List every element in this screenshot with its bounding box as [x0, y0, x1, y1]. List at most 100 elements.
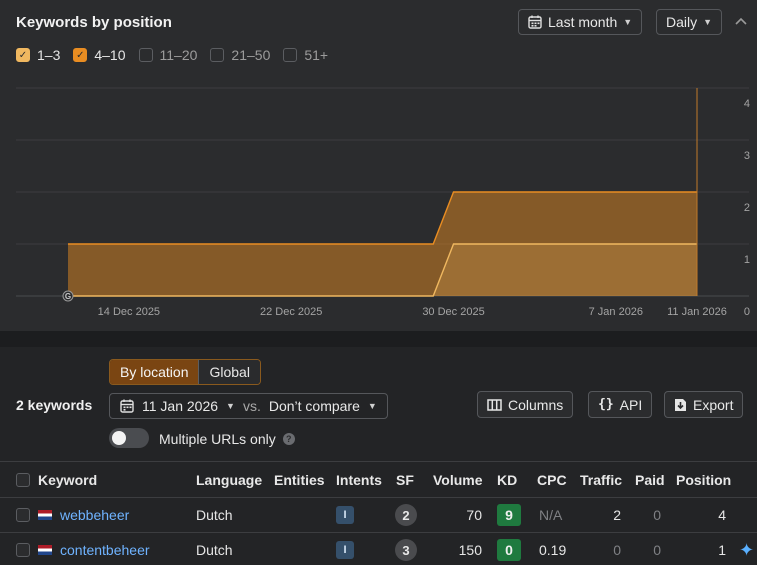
header-sf[interactable]: SF [396, 462, 414, 497]
kd-cell: 9 [497, 498, 521, 532]
google-update-marker-label: G [65, 292, 71, 301]
x-tick-label: 11 Jan 2026 [667, 306, 727, 318]
date-compare-selector[interactable]: 11 Jan 2026 ▼ vs. Don’t compare ▼ [109, 393, 388, 419]
export-button[interactable]: Export [664, 391, 744, 418]
export-label: Export [693, 396, 734, 413]
sparkle-icon[interactable]: ✦ [739, 533, 754, 565]
keywords-by-position-panel: Keywords by position Last month ▼ Daily … [0, 0, 757, 331]
position-area-chart[interactable]: G 14 Dec 2025 22 Dec 2025 30 Dec 2025 7 Jan … [0, 80, 757, 325]
cpc-cell: 0.19 [539, 542, 567, 558]
x-tick-label: 14 Dec 2025 [98, 306, 160, 318]
x-tick-label: 22 Dec 2025 [260, 306, 322, 318]
filter-label: 51+ [304, 47, 329, 63]
date-range-dropdown[interactable]: Last month ▼ [518, 9, 643, 35]
filter-11-20[interactable]: 11–20 [138, 47, 198, 63]
row-select[interactable] [16, 498, 30, 532]
checkbox[interactable] [138, 48, 153, 62]
filter-4-10[interactable]: ✓ 4–10 [73, 47, 126, 63]
header-kd[interactable]: KD [497, 462, 517, 497]
keyword-link[interactable]: contentbeheer [60, 542, 150, 558]
header-cpc[interactable]: CPC [537, 462, 567, 497]
global-tab[interactable]: Global [198, 360, 260, 384]
granularity-label: Daily [666, 14, 698, 30]
paid-cell: 0 [653, 507, 661, 523]
chevron-down-icon: ▼ [367, 401, 377, 411]
keyword-link[interactable]: webbeheer [60, 507, 129, 523]
sf-badge[interactable]: 2 [395, 504, 417, 526]
columns-label: Columns [508, 396, 564, 413]
chevron-up-icon[interactable] [733, 12, 749, 30]
checkbox[interactable] [283, 48, 298, 62]
api-button[interactable]: {} API [588, 391, 653, 418]
filter-21-50[interactable]: 21–50 [210, 47, 270, 63]
sf-cell: 3 [395, 533, 417, 565]
filter-label: 4–10 [94, 47, 126, 63]
header-paid[interactable]: Paid [635, 462, 665, 497]
calendar-icon [528, 15, 542, 29]
netherlands-flag-icon [38, 545, 52, 555]
checkbox[interactable] [210, 48, 225, 62]
toggle-label-text: Multiple URLs only [159, 431, 276, 447]
x-tick-label: 30 Dec 2025 [422, 306, 484, 318]
header-volume[interactable]: Volume [433, 462, 483, 497]
keyword-cell: contentbeheer [38, 533, 150, 565]
header-language[interactable]: Language [196, 462, 262, 497]
location-toggle: By location Global [109, 359, 261, 385]
filter-label: 11–20 [159, 47, 198, 63]
selected-date: 11 Jan 2026 [142, 398, 219, 414]
row-checkbox[interactable] [16, 543, 30, 557]
volume-cell: 150 [458, 542, 482, 558]
y-tick-label: 3 [744, 150, 750, 162]
keyword-count: 2 keywords [16, 397, 93, 413]
compare-label: Don’t compare [268, 398, 360, 414]
language-cell: Dutch [196, 507, 233, 523]
section-divider [0, 331, 757, 347]
table-header: Keyword Language Entities Intents SF Vol… [0, 461, 757, 497]
filter-label: 21–50 [231, 47, 271, 63]
sf-cell: 2 [395, 498, 417, 532]
granularity-dropdown[interactable]: Daily ▼ [656, 9, 723, 35]
y-tick-label: 1 [744, 254, 750, 266]
y-tick-label: 4 [744, 98, 750, 110]
intent-badge[interactable]: I [336, 506, 354, 524]
intent-badge[interactable]: I [336, 541, 354, 559]
help-icon[interactable]: ? [282, 433, 295, 445]
checkbox-checked[interactable]: ✓ [73, 48, 88, 62]
intent-cell: I [336, 498, 354, 532]
sf-badge[interactable]: 3 [395, 539, 417, 561]
row-select[interactable] [16, 533, 30, 565]
header-keyword[interactable]: Keyword [38, 462, 97, 497]
y-tick-label: 2 [744, 202, 750, 214]
traffic-cell: 0 [613, 542, 621, 558]
by-location-tab[interactable]: By location [110, 360, 199, 384]
header-position[interactable]: Position [676, 462, 731, 497]
multiple-urls-toggle[interactable] [109, 428, 149, 448]
table-row: contentbeheer Dutch I 3 150 0 0.19 0 0 1… [0, 532, 757, 565]
multiple-urls-label: Multiple URLs only ? [159, 431, 295, 447]
filter-label: 1–3 [37, 47, 61, 63]
columns-button[interactable]: Columns [477, 391, 574, 418]
intent-cell: I [336, 533, 354, 565]
header-intents[interactable]: Intents [336, 462, 382, 497]
columns-icon [487, 398, 502, 411]
kd-badge: 9 [497, 504, 521, 526]
date-range-label: Last month [548, 14, 618, 30]
row-checkbox[interactable] [16, 508, 30, 522]
checkbox-checked[interactable]: ✓ [16, 48, 30, 62]
x-tick-label: 7 Jan 2026 [589, 306, 643, 318]
volume-cell: 70 [466, 507, 482, 523]
position-filters: ✓ 1–3 ✓ 4–10 11–20 21–50 51+ [16, 47, 328, 63]
netherlands-flag-icon [38, 510, 52, 520]
filter-1-3[interactable]: ✓ 1–3 [16, 47, 60, 63]
header-entities[interactable]: Entities [274, 462, 325, 497]
calendar-icon [120, 399, 134, 413]
filter-51-plus[interactable]: 51+ [283, 47, 328, 63]
braces-icon: {} [598, 397, 614, 412]
select-all-checkbox[interactable] [16, 472, 30, 487]
chevron-down-icon: ▼ [623, 17, 633, 27]
position-cell: 1 [718, 542, 726, 558]
chevron-down-icon: ▼ [226, 401, 235, 411]
header-traffic[interactable]: Traffic [580, 462, 622, 497]
toggle-knob [112, 431, 126, 445]
select-all-cell[interactable] [16, 462, 30, 497]
